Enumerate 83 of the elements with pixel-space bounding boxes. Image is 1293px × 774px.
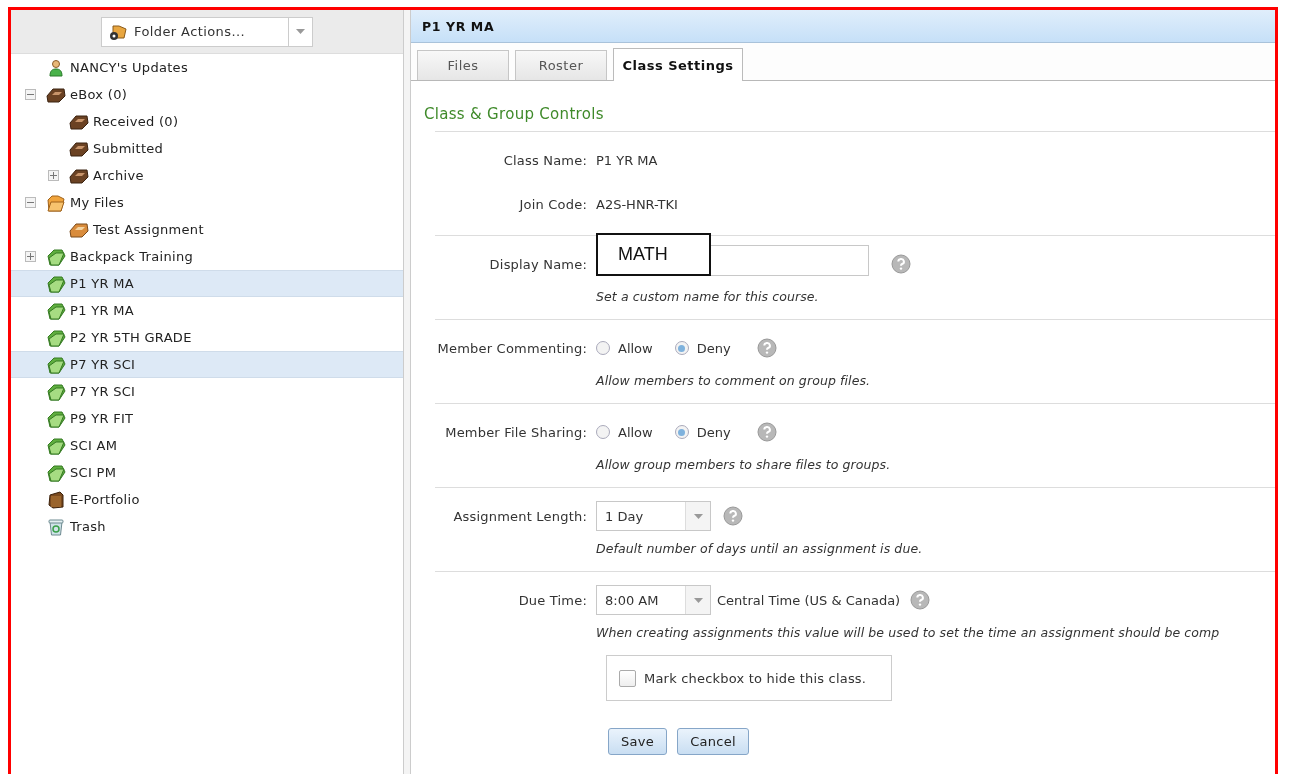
field-hint: Default number of days until an assignment is due. [596,541,924,556]
radio-option[interactable]: Allow [596,340,653,356]
section-title: Class & Group Controls [424,105,605,123]
tree-item[interactable]: Received (0) [11,108,403,135]
user-icon [47,58,65,77]
folder-gear-icon [108,22,128,41]
tree-item[interactable]: P7 YR SCI [11,378,403,405]
field-label: Due Time: [517,592,587,608]
tree-item[interactable]: SCI AM [11,432,403,459]
checkbox[interactable] [619,669,636,687]
tree-item[interactable]: P9 YR FIT [11,405,403,432]
panel-title: P1 YR MA [411,10,1275,43]
tree-item[interactable]: P7 YR SCI [11,351,403,378]
field-label: Member File Sharing: [444,424,587,440]
folder-icon [46,328,66,347]
folder-icon [46,382,66,401]
radio-option[interactable]: Allow [596,424,653,440]
expand-toggle-icon[interactable] [27,253,34,260]
annotation-label: MATH [596,232,711,276]
folder-icon [46,274,66,293]
tree-item[interactable]: eBox (0) [11,81,403,108]
help-icon[interactable] [756,422,777,442]
collapse-toggle-icon[interactable] [27,199,34,206]
tree-item[interactable]: NANCY's Updates [11,54,403,81]
field-hint: When creating assignments this value will be used to set the time an assignment should be comp [596,625,1221,640]
tab[interactable]: Class Settings [613,48,743,81]
help-icon[interactable] [910,590,931,610]
folder-actions-dropdown[interactable]: Folder Actions... [101,16,313,47]
trash-icon [47,517,65,536]
caret-icon [296,29,305,34]
field-value: A2S-HNR-TKI [596,196,678,212]
tray-icon [69,113,89,130]
field-label: Assignment Length: [452,508,587,524]
collapse-toggle-icon[interactable] [27,91,34,98]
tree-item[interactable]: Archive [11,162,403,189]
folder-icon [46,301,66,320]
tree-item[interactable]: Submitted [11,135,403,162]
folder-icon [46,355,66,374]
tab[interactable]: Files [417,50,509,80]
field-label: Display Name: [488,256,587,272]
tray-icon [69,167,89,184]
folder-icon [46,247,66,266]
radio-option[interactable]: Deny [674,340,731,356]
tree-item[interactable]: Test Assignment [11,216,403,243]
splitter-bar[interactable] [403,10,411,774]
field-value: P1 YR MA [596,152,658,168]
tree-item[interactable]: P2 YR 5TH GRADE [11,324,403,351]
tree-item[interactable]: E-Portfolio [11,486,403,513]
tree-item[interactable]: My Files [11,189,403,216]
checkbox-label: Mark checkbox to hide this class. [644,670,867,686]
tree-item[interactable]: Backpack Training [11,243,403,270]
display-name-field[interactable] [711,244,869,276]
tray-icon [46,86,66,103]
folder-icon [46,409,66,428]
field-label: Class Name: [502,152,587,168]
time-zone-text: Central Time (US & Canada) [717,592,901,608]
tree-item[interactable]: Trash [11,513,403,540]
radio-option[interactable]: Deny [674,424,731,440]
field-label: Join Code: [517,196,587,212]
field-label: Member Commenting: [436,340,587,356]
tree-item[interactable]: SCI PM [11,459,403,486]
field-hint: Allow members to comment on group files. [596,373,872,388]
help-icon[interactable] [891,254,911,274]
save-button[interactable]: Save [608,728,668,755]
help-icon[interactable] [723,506,743,526]
tree-item[interactable]: P1 YR MA [11,270,403,297]
tab[interactable]: Roster [515,50,607,80]
help-icon[interactable] [756,338,777,358]
tray-icon [69,221,89,238]
expand-toggle-icon[interactable] [50,172,57,179]
field-hint: Allow group members to share files to groups. [596,457,892,472]
field-hint: Set a custom name for this course. [596,289,820,304]
caret-icon [693,597,703,603]
select-dropdown[interactable]: 8:00 AM [596,585,711,615]
tree-item[interactable]: P1 YR MA [11,297,403,324]
folder-icon [46,436,66,455]
portfolio-icon [47,490,65,509]
folder-icon [46,193,66,212]
cancel-button[interactable]: Cancel [677,728,749,755]
caret-icon [693,513,703,519]
select-dropdown[interactable]: 1 Day [596,501,711,531]
tray-icon [69,140,89,157]
folder-icon [46,463,66,482]
